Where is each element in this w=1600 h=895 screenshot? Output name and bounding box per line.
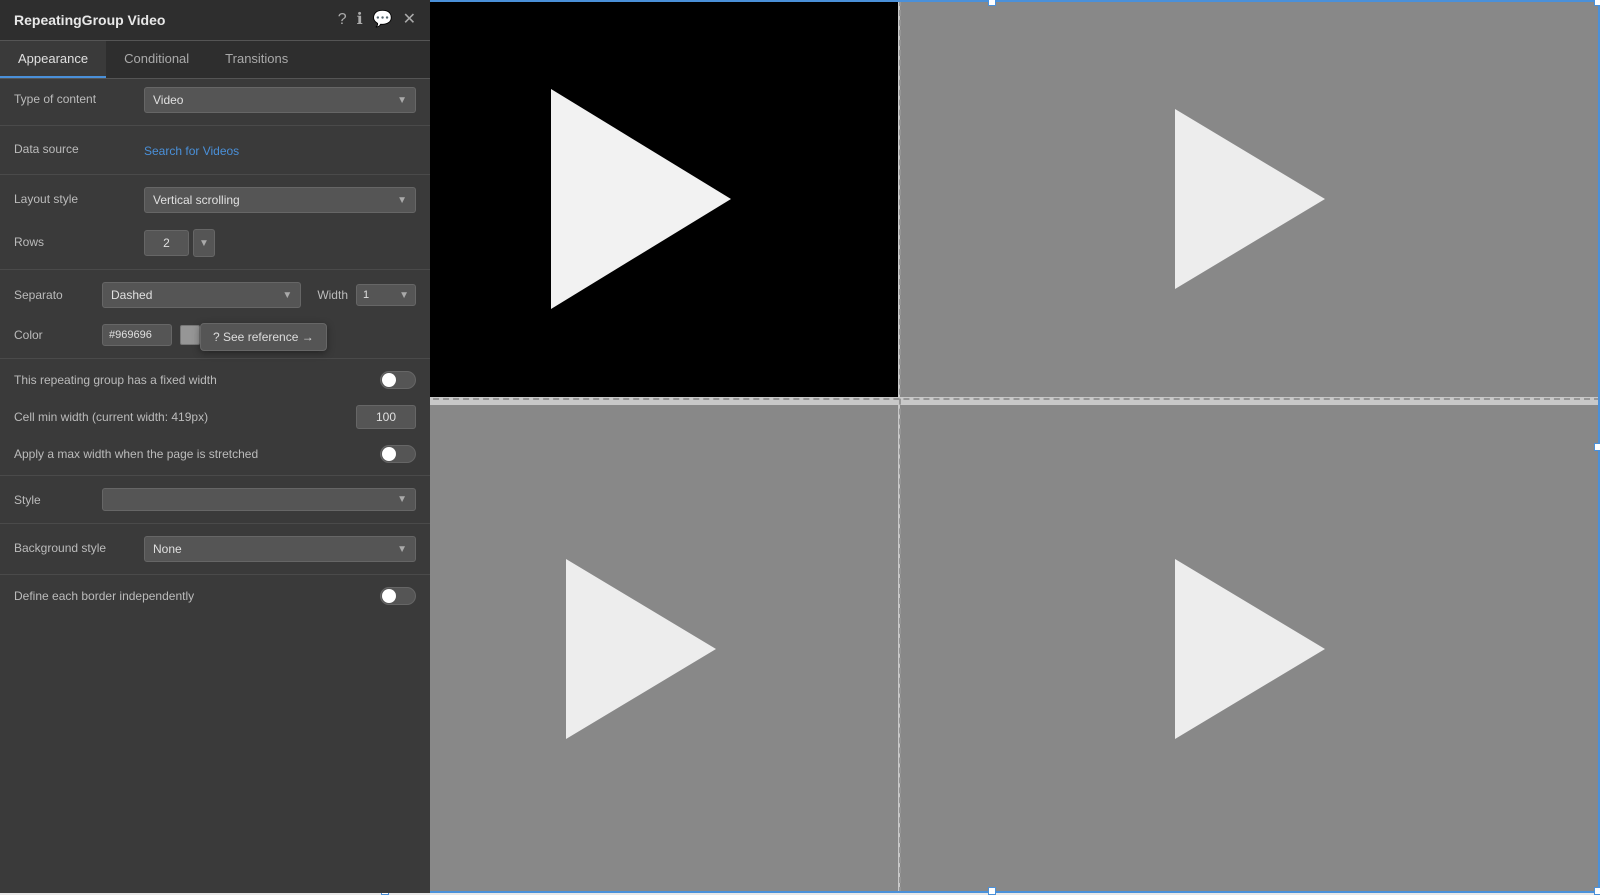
- video-cell-3: [383, 405, 898, 893]
- background-style-arrow: ▼: [397, 544, 407, 555]
- video-cell-2: [900, 0, 1600, 397]
- type-of-content-row: Type of content Video ▼: [0, 79, 430, 121]
- tabs-bar: Appearance Conditional Transitions: [0, 41, 430, 79]
- color-label: Color: [14, 328, 94, 342]
- max-width-row: Apply a max width when the page is stret…: [0, 437, 430, 471]
- see-reference-tooltip[interactable]: ? See reference →: [200, 323, 327, 351]
- fixed-width-toggle[interactable]: [380, 371, 416, 389]
- style-label: Style: [14, 493, 94, 507]
- rows-down-btn[interactable]: ▼: [193, 229, 215, 257]
- width-input-group: 1 ▼: [356, 284, 416, 306]
- divider-4: [0, 358, 430, 359]
- width-dropdown[interactable]: 1 ▼: [356, 284, 416, 306]
- fixed-width-label: This repeating group has a fixed width: [14, 373, 380, 387]
- panel-title: RepeatingGroup Video: [14, 12, 165, 28]
- sidebar-panel: RepeatingGroup Video ? ℹ 💬 ✕ Appearance …: [0, 0, 430, 893]
- separator-arrow: ▼: [282, 290, 292, 301]
- sidebar-header: RepeatingGroup Video ? ℹ 💬 ✕: [0, 0, 430, 41]
- toggle-knob-1: [382, 373, 396, 387]
- data-source-link[interactable]: Search for Videos: [144, 144, 239, 158]
- divider-6: [0, 523, 430, 524]
- background-style-dropdown[interactable]: None ▼: [144, 536, 416, 562]
- divider-7: [0, 574, 430, 575]
- toggle-knob-3: [382, 589, 396, 603]
- rows-input[interactable]: [144, 230, 189, 256]
- help-icon[interactable]: ?: [338, 12, 347, 28]
- style-arrow: ▼: [397, 494, 407, 505]
- header-icons: ? ℹ 💬 ✕: [338, 12, 416, 28]
- border-toggle[interactable]: [380, 587, 416, 605]
- cell-min-label: Cell min width (current width: 419px): [14, 410, 356, 424]
- type-of-content-dropdown[interactable]: Video ▼: [144, 87, 416, 113]
- video-cell-1: [383, 0, 898, 397]
- rows-control: ▼: [144, 229, 416, 257]
- close-icon[interactable]: ✕: [403, 12, 416, 28]
- border-row: Define each border independently: [0, 579, 430, 613]
- style-row: Style ▼: [0, 480, 430, 519]
- layout-style-arrow: ▼: [397, 195, 407, 206]
- info-icon[interactable]: ℹ: [357, 12, 363, 28]
- background-style-value: None: [153, 542, 182, 556]
- type-of-content-value: Video: [153, 93, 183, 107]
- divider-3: [0, 269, 430, 270]
- width-arrow: ▼: [399, 290, 409, 301]
- width-value: 1: [363, 289, 369, 301]
- play-icon-2: [1175, 109, 1325, 289]
- divider-1: [0, 125, 430, 126]
- background-style-label: Background style: [14, 541, 144, 557]
- divider-5: [0, 475, 430, 476]
- layout-style-dropdown[interactable]: Vertical scrolling ▼: [144, 187, 416, 213]
- layout-style-control: Vertical scrolling ▼: [144, 187, 416, 213]
- separator-value: Dashed: [111, 288, 152, 302]
- separator-horizontal: [383, 398, 1600, 404]
- toggle-knob-2: [382, 447, 396, 461]
- separator-vertical: [899, 0, 905, 893]
- divider-2: [0, 174, 430, 175]
- rows-row: Rows ▼: [0, 221, 430, 265]
- tab-appearance[interactable]: Appearance: [0, 41, 106, 78]
- color-hex-input[interactable]: [102, 324, 172, 346]
- cell-min-input[interactable]: [356, 405, 416, 429]
- comment-icon[interactable]: 💬: [373, 12, 393, 28]
- layout-style-value: Vertical scrolling: [153, 193, 240, 207]
- data-source-control: Search for Videos: [144, 143, 416, 158]
- data-source-row: Data source Search for Videos: [0, 130, 430, 170]
- play-icon-4: [1175, 559, 1325, 739]
- cell-min-row: Cell min width (current width: 419px): [0, 397, 430, 437]
- style-dropdown[interactable]: ▼: [102, 488, 416, 511]
- max-width-toggle[interactable]: [380, 445, 416, 463]
- play-icon-1: [551, 89, 731, 309]
- see-reference-text: ? See reference →: [213, 330, 314, 344]
- max-width-label: Apply a max width when the page is stret…: [14, 447, 380, 461]
- separator-dropdown[interactable]: Dashed ▼: [102, 282, 301, 308]
- play-icon-3: [566, 559, 716, 739]
- fixed-width-row: This repeating group has a fixed width: [0, 363, 430, 397]
- separator-style-row: Separato Dashed ▼ Width 1 ▼: [0, 274, 430, 316]
- background-style-row: Background style None ▼: [0, 528, 430, 570]
- tab-conditional[interactable]: Conditional: [106, 41, 207, 78]
- layout-style-label: Layout style: [14, 192, 144, 208]
- form-content: Type of content Video ▼ Data source Sear…: [0, 79, 430, 887]
- background-style-control: None ▼: [144, 536, 416, 562]
- type-of-content-label: Type of content: [14, 92, 144, 108]
- type-of-content-control: Video ▼: [144, 87, 416, 113]
- tab-transitions[interactable]: Transitions: [207, 41, 306, 78]
- color-swatch[interactable]: [180, 325, 200, 345]
- rows-label: Rows: [14, 235, 144, 251]
- separator-label: Separato: [14, 288, 94, 302]
- border-label: Define each border independently: [14, 589, 380, 603]
- type-of-content-arrow: ▼: [397, 95, 407, 106]
- width-label: Width: [317, 288, 348, 302]
- layout-style-row: Layout style Vertical scrolling ▼: [0, 179, 430, 221]
- video-cell-4: [900, 405, 1600, 893]
- data-source-label: Data source: [14, 142, 144, 158]
